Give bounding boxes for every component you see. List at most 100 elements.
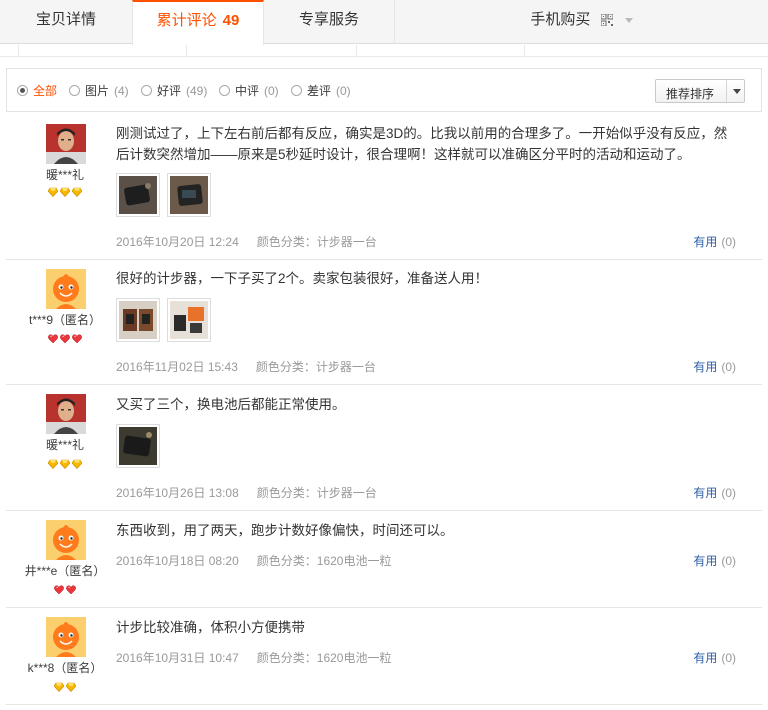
review-meta: 2016年10月31日 10:47 颜色分类：1620电池一粒 <box>116 649 391 666</box>
useful-count: (0) <box>721 235 736 249</box>
review-text: 计步比较准确，体积小方便携带 <box>116 620 305 635</box>
filter-count: (0) <box>264 84 279 98</box>
avatar[interactable] <box>46 520 86 560</box>
review-photo-thumbnail[interactable] <box>116 424 160 468</box>
tab-label: 累计评论 <box>156 12 217 29</box>
reviewer-level-badges <box>6 584 124 594</box>
useful-label[interactable]: 有用 <box>693 486 717 500</box>
useful-button[interactable]: 有用 (0) <box>693 552 736 569</box>
avatar[interactable] <box>46 617 86 657</box>
review-sku: 颜色分类：计步器一台 <box>256 235 377 249</box>
filter-pictures[interactable]: 图片 (4) <box>69 83 129 99</box>
review-meta: 2016年10月18日 08:20 颜色分类：1620电池一粒 <box>116 552 391 569</box>
review-photo-thumbnail[interactable] <box>167 173 211 217</box>
red-heart-icon <box>54 585 64 595</box>
review-item: k***8（匿名） 计步比较准确，体积小方便携带 2016年10月31日 10:… <box>6 608 762 705</box>
filter-label: 图片 <box>85 84 110 98</box>
gold-diamond-icon <box>72 459 82 469</box>
review-item: t***9（匿名） 很好的计步器，一下子买了2个。卖家包装很好，准备送人用！ 2… <box>6 260 762 385</box>
review-meta: 2016年10月26日 13:08 颜色分类：计步器一台 <box>116 484 377 501</box>
radio-icon[interactable] <box>219 85 230 96</box>
review-text: 很好的计步器，一下子买了2个。卖家包装很好，准备送人用！ <box>116 271 489 286</box>
reviewer-level-badges <box>6 681 124 691</box>
radio-icon[interactable] <box>141 85 152 96</box>
useful-label[interactable]: 有用 <box>693 360 717 374</box>
avatar[interactable] <box>46 124 86 164</box>
reviewer-level-badges <box>6 458 124 468</box>
reviewer-name: 暖***礼 <box>45 438 84 452</box>
filter-negative[interactable]: 差评 (0) <box>291 83 351 99</box>
tab-label: 宝贝详情 <box>35 11 96 28</box>
sort-label: 推荐排序 <box>666 87 715 101</box>
useful-label[interactable]: 有用 <box>693 651 717 665</box>
useful-button[interactable]: 有用 (0) <box>693 484 736 501</box>
useful-label[interactable]: 有用 <box>693 554 717 568</box>
tab-mobile-purchase[interactable]: 手机购买 <box>395 0 768 44</box>
review-meta: 2016年10月20日 12:24 颜色分类：计步器一台 <box>116 233 377 250</box>
filter-count: (0) <box>336 84 351 98</box>
tab-bar: 宝贝详情 累计评论 49 专享服务 手机购买 <box>0 0 768 45</box>
tab-label: 手机购买 <box>530 11 591 28</box>
review-item: 暖***礼 又买了三个，换电池后都能正常使用。 2016年10月26日 13:0… <box>6 385 762 511</box>
useful-button[interactable]: 有用 (0) <box>693 233 736 250</box>
review-sku: 颜色分类：计步器一台 <box>255 360 376 374</box>
filter-count: (49) <box>186 84 208 98</box>
useful-count: (0) <box>721 486 736 500</box>
sort-dropdown[interactable]: 推荐排序 <box>655 79 745 103</box>
filter-label: 差评 <box>307 84 332 98</box>
filter-label: 中评 <box>235 84 260 98</box>
review-filter-bar: 全部 图片 (4) 好评 (49) 中评 (0) 差评 (0) 推荐排序 <box>6 68 762 112</box>
review-date: 2016年10月31日 10:47 <box>116 651 239 665</box>
avatar[interactable] <box>46 394 86 434</box>
radio-icon[interactable] <box>69 85 80 96</box>
red-heart-icon <box>60 334 70 344</box>
review-date: 2016年10月18日 08:20 <box>116 554 239 568</box>
useful-count: (0) <box>721 554 736 568</box>
gold-diamond-icon <box>66 682 76 692</box>
filter-neutral[interactable]: 中评 (0) <box>219 83 279 99</box>
gold-diamond-icon <box>54 682 64 692</box>
review-text: 刚测试过了，上下左右前后都有反应，确实是3D的。比我以前用的合理多了。一开始似乎… <box>116 126 728 162</box>
review-sku: 颜色分类：1620电池一粒 <box>256 651 392 665</box>
filter-label: 全部 <box>33 84 58 98</box>
red-heart-icon <box>72 334 82 344</box>
review-photos <box>116 424 167 470</box>
radio-icon[interactable] <box>291 85 302 96</box>
useful-label[interactable]: 有用 <box>693 235 717 249</box>
radio-icon[interactable] <box>17 85 28 96</box>
review-photo-thumbnail[interactable] <box>116 173 160 217</box>
review-count: 49 <box>222 12 240 29</box>
tab-subrow <box>0 45 768 57</box>
useful-count: (0) <box>721 360 736 374</box>
review-sku: 颜色分类：1620电池一粒 <box>256 554 392 568</box>
reviewer-level-badges <box>6 186 124 196</box>
reviewer-name: t***9（匿名） <box>28 313 102 327</box>
review-item: 井***e（匿名） 东西收到，用了两天，跑步计数好像偏快，时间还可以。 2016… <box>6 511 762 608</box>
filter-positive[interactable]: 好评 (49) <box>141 83 207 99</box>
red-heart-icon <box>48 334 58 344</box>
tab-label: 专享服务 <box>298 11 359 28</box>
filter-label: 好评 <box>157 84 182 98</box>
review-date: 2016年11月02日 15:43 <box>116 360 238 374</box>
gold-diamond-icon <box>72 187 82 197</box>
qr-code-icon <box>600 14 613 27</box>
filter-all[interactable]: 全部 <box>17 83 62 99</box>
review-date: 2016年10月20日 12:24 <box>116 235 239 249</box>
reviewer-name: 暖***礼 <box>45 168 84 182</box>
review-item: 暖***礼 刚测试过了，上下左右前后都有反应，确实是3D的。比我以前用的合理多了… <box>6 115 762 260</box>
review-photo-thumbnail[interactable] <box>167 298 211 342</box>
review-photo-thumbnail[interactable] <box>116 298 160 342</box>
review-sku: 颜色分类：计步器一台 <box>256 486 377 500</box>
gold-diamond-icon <box>48 187 58 197</box>
reviewer-name: k***8（匿名） <box>27 661 103 675</box>
review-photos <box>116 298 218 344</box>
review-photos <box>116 173 218 219</box>
gold-diamond-icon <box>48 459 58 469</box>
avatar[interactable] <box>46 269 86 309</box>
tab-product-details[interactable]: 宝贝详情 <box>0 0 133 44</box>
reviewer-level-badges <box>6 333 124 343</box>
tab-exclusive-service[interactable]: 专享服务 <box>264 0 395 44</box>
tab-reviews[interactable]: 累计评论 49 <box>132 0 264 45</box>
useful-button[interactable]: 有用 (0) <box>693 358 736 375</box>
useful-button[interactable]: 有用 (0) <box>693 649 736 666</box>
